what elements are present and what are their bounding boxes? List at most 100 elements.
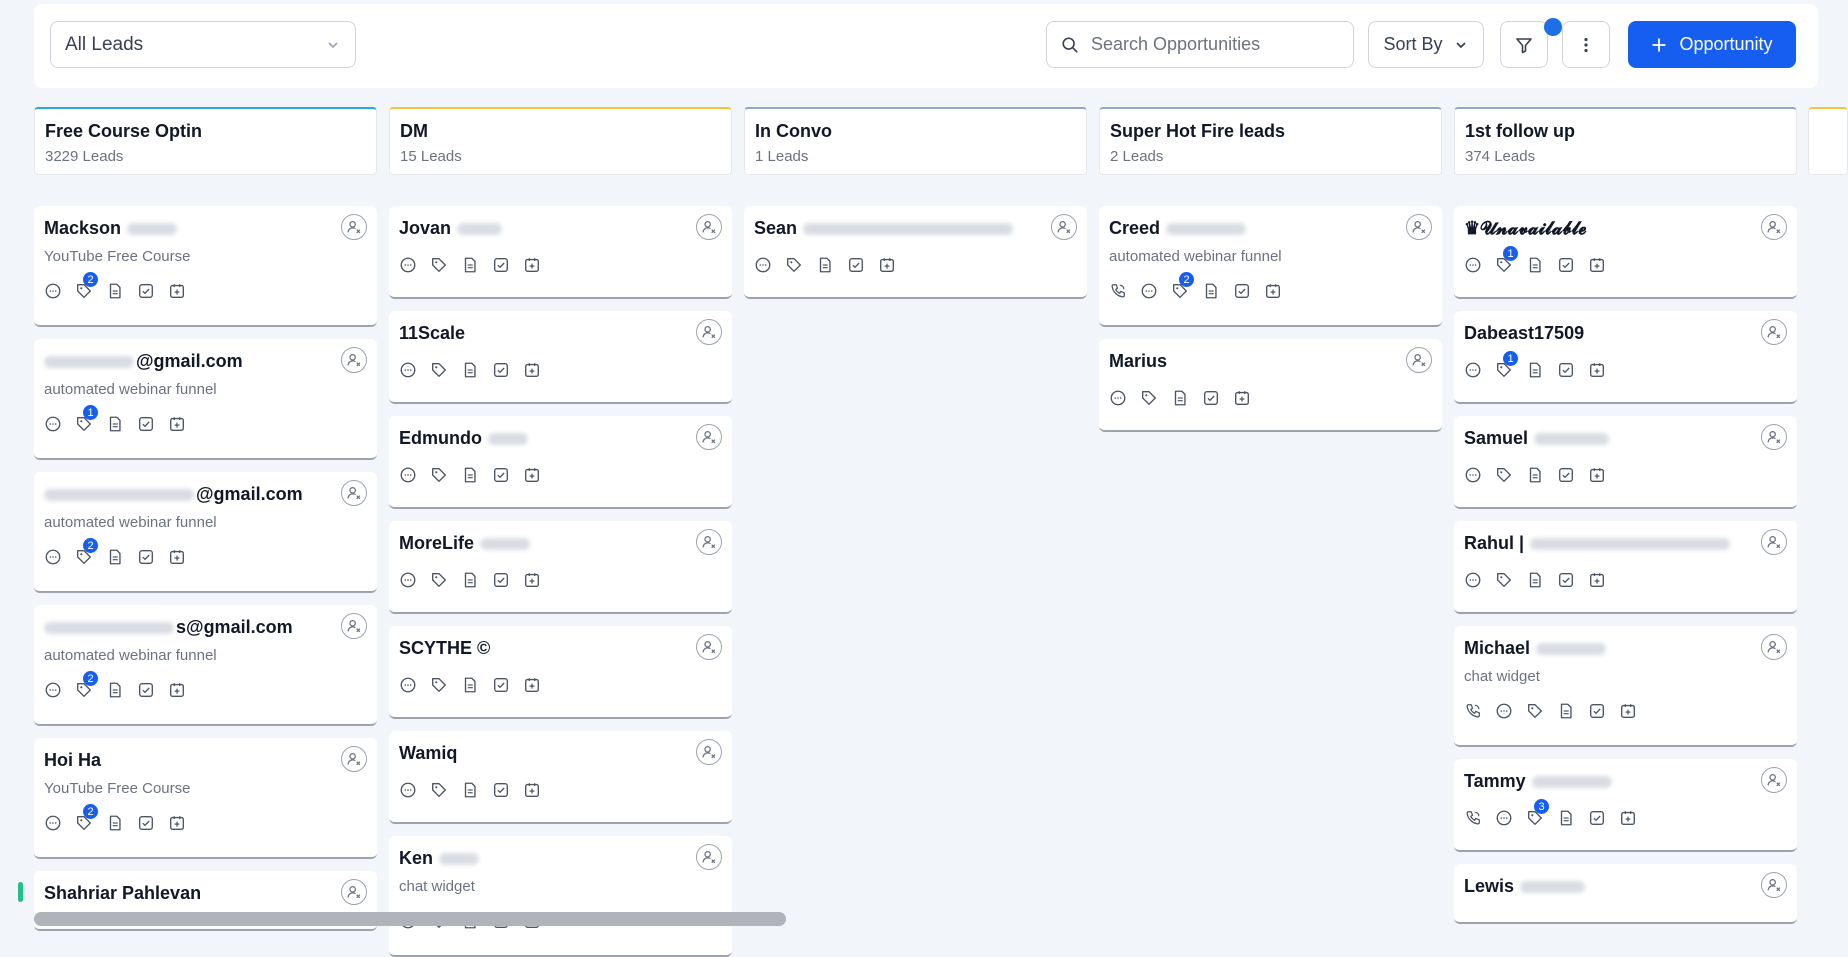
card-contact-name[interactable]: Creed xyxy=(1109,218,1247,239)
tag-icon[interactable]: 1 xyxy=(1495,351,1518,379)
opportunity-card[interactable]: s@gmail.com automated webinar funnel 2 xyxy=(34,605,377,726)
opportunity-card[interactable]: Rahul | xyxy=(1454,521,1797,614)
assign-user-button[interactable] xyxy=(696,424,722,450)
calendar-icon[interactable] xyxy=(168,282,186,300)
task-icon[interactable] xyxy=(1557,466,1575,484)
card-contact-name[interactable]: Samuel xyxy=(1464,428,1610,449)
horizontal-scrollbar[interactable] xyxy=(34,912,786,926)
tag-icon[interactable] xyxy=(1495,571,1513,589)
card-contact-name[interactable]: ♛𝓤𝓷𝓪𝓿𝓪𝓲𝓵𝓪𝓫𝓵𝓮 xyxy=(1464,218,1587,239)
assign-user-button[interactable] xyxy=(696,214,722,240)
note-icon[interactable] xyxy=(106,282,124,300)
note-icon[interactable] xyxy=(106,548,124,566)
column-header[interactable]: Super Hot Fire leads 2 Leads xyxy=(1099,107,1442,175)
assign-user-button[interactable] xyxy=(696,319,722,345)
tag-icon[interactable] xyxy=(430,361,448,379)
phone-icon[interactable] xyxy=(1464,702,1482,720)
add-opportunity-button[interactable]: Opportunity xyxy=(1628,21,1796,68)
assign-user-button[interactable] xyxy=(696,634,722,660)
task-icon[interactable] xyxy=(1588,702,1606,720)
task-icon[interactable] xyxy=(1233,282,1251,300)
calendar-icon[interactable] xyxy=(1588,571,1606,589)
column-header[interactable]: DM 15 Leads xyxy=(389,107,732,175)
column-header[interactable] xyxy=(1808,107,1848,175)
card-contact-name[interactable]: Edmundo xyxy=(399,428,528,449)
task-icon[interactable] xyxy=(492,571,510,589)
opportunity-card[interactable]: @gmail.com automated webinar funnel 1 xyxy=(34,339,377,460)
phone-icon[interactable] xyxy=(1464,809,1482,827)
tag-icon[interactable] xyxy=(430,676,448,694)
opportunity-card[interactable]: Sean xyxy=(744,206,1087,299)
assign-user-button[interactable] xyxy=(1761,319,1787,345)
card-contact-name[interactable]: Wamiq xyxy=(399,743,457,764)
opportunity-card[interactable]: @gmail.com automated webinar funnel 2 xyxy=(34,472,377,593)
assign-user-button[interactable] xyxy=(696,844,722,870)
message-icon[interactable] xyxy=(1464,466,1482,484)
task-icon[interactable] xyxy=(137,282,155,300)
assign-user-button[interactable] xyxy=(341,746,367,772)
column-header[interactable]: 1st follow up 374 Leads xyxy=(1454,107,1797,175)
opportunity-card[interactable]: Creed automated webinar funnel 2 xyxy=(1099,206,1442,327)
opportunity-card[interactable]: 11Scale xyxy=(389,311,732,404)
card-contact-name[interactable]: 11Scale xyxy=(399,323,465,344)
calendar-icon[interactable] xyxy=(1264,282,1282,300)
task-icon[interactable] xyxy=(1557,256,1575,274)
message-icon[interactable] xyxy=(399,361,417,379)
column-header[interactable]: Free Course Optin 3229 Leads xyxy=(34,107,377,175)
calendar-icon[interactable] xyxy=(1588,256,1606,274)
calendar-icon[interactable] xyxy=(878,256,896,274)
tag-icon[interactable]: 2 xyxy=(1171,272,1194,300)
note-icon[interactable] xyxy=(461,256,479,274)
message-icon[interactable] xyxy=(44,548,62,566)
pipeline-select[interactable]: All Leads xyxy=(50,21,356,68)
tag-icon[interactable]: 1 xyxy=(75,405,98,433)
tag-icon[interactable] xyxy=(1140,389,1158,407)
calendar-icon[interactable] xyxy=(523,571,541,589)
tag-icon[interactable] xyxy=(430,781,448,799)
task-icon[interactable] xyxy=(137,681,155,699)
message-icon[interactable] xyxy=(1109,389,1127,407)
calendar-icon[interactable] xyxy=(168,814,186,832)
message-icon[interactable] xyxy=(754,256,772,274)
tag-icon[interactable]: 2 xyxy=(75,538,98,566)
opportunity-card[interactable]: Lewis xyxy=(1454,864,1797,924)
assign-user-button[interactable] xyxy=(341,613,367,639)
note-icon[interactable] xyxy=(816,256,834,274)
opportunity-card[interactable]: Michael chat widget xyxy=(1454,626,1797,747)
note-icon[interactable] xyxy=(1526,571,1544,589)
note-icon[interactable] xyxy=(1202,282,1220,300)
assign-user-button[interactable] xyxy=(1761,529,1787,555)
assign-user-button[interactable] xyxy=(1761,424,1787,450)
tag-icon[interactable]: 2 xyxy=(75,804,98,832)
calendar-icon[interactable] xyxy=(168,415,186,433)
card-contact-name[interactable]: @gmail.com xyxy=(44,351,243,372)
tag-icon[interactable]: 2 xyxy=(75,671,98,699)
message-icon[interactable] xyxy=(399,571,417,589)
calendar-icon[interactable] xyxy=(1619,809,1637,827)
message-icon[interactable] xyxy=(399,781,417,799)
card-contact-name[interactable]: Mackson xyxy=(44,218,178,239)
assign-user-button[interactable] xyxy=(696,529,722,555)
task-icon[interactable] xyxy=(137,548,155,566)
calendar-icon[interactable] xyxy=(168,548,186,566)
note-icon[interactable] xyxy=(461,466,479,484)
search-box[interactable] xyxy=(1046,21,1354,68)
calendar-icon[interactable] xyxy=(523,466,541,484)
task-icon[interactable] xyxy=(137,814,155,832)
calendar-icon[interactable] xyxy=(1588,466,1606,484)
task-icon[interactable] xyxy=(137,415,155,433)
tag-icon[interactable]: 2 xyxy=(75,272,98,300)
opportunity-card[interactable]: SCYTHE © xyxy=(389,626,732,719)
note-icon[interactable] xyxy=(461,361,479,379)
tag-icon[interactable] xyxy=(430,571,448,589)
message-icon[interactable] xyxy=(44,681,62,699)
message-icon[interactable] xyxy=(1495,702,1513,720)
message-icon[interactable] xyxy=(44,814,62,832)
opportunity-card[interactable]: Dabeast17509 1 xyxy=(1454,311,1797,404)
message-icon[interactable] xyxy=(44,282,62,300)
task-icon[interactable] xyxy=(492,256,510,274)
opportunity-card[interactable]: MoreLife xyxy=(389,521,732,614)
note-icon[interactable] xyxy=(1526,256,1544,274)
tag-icon[interactable] xyxy=(785,256,803,274)
note-icon[interactable] xyxy=(1557,702,1575,720)
